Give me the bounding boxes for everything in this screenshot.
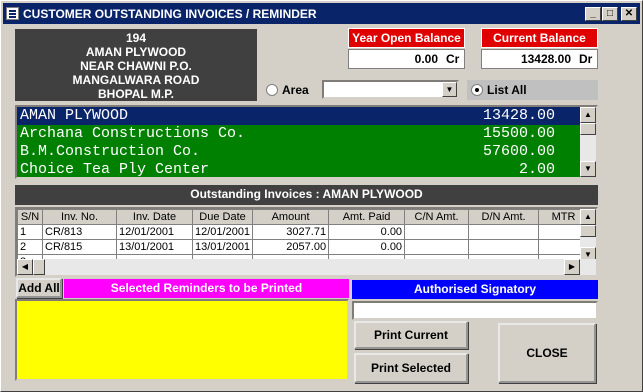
grid-column-header[interactable]: Amount	[252, 209, 330, 225]
scroll-thumb[interactable]	[33, 259, 45, 275]
customer-list-item[interactable]: Archana Constructions Co. 15500.00	[17, 125, 596, 143]
year-open-balance-label: Year Open Balance	[348, 28, 465, 48]
address-line-2: MANGALWARA ROAD	[72, 73, 200, 87]
customer-name-cell: Choice Tea Ply Center	[20, 161, 210, 178]
selected-reminders-title: Selected Reminders to be Printed	[64, 279, 349, 298]
window-title: CUSTOMER OUTSTANDING INVOICES / REMINDER	[23, 6, 317, 21]
grid-column-header[interactable]: Inv. No.	[42, 209, 117, 225]
table-cell[interactable]: 13/01/2001	[116, 239, 193, 255]
year-open-balance-amount: 0.00	[414, 52, 438, 66]
chevron-down-icon[interactable]: ▼	[442, 82, 457, 97]
list-all-radio-label: List All	[487, 83, 527, 97]
table-cell[interactable]	[468, 224, 540, 240]
close-window-button[interactable]: ✕	[621, 7, 637, 21]
area-radio-label: Area	[282, 83, 309, 97]
table-cell[interactable]: 12/01/2001	[191, 224, 254, 240]
authorised-signatory-input[interactable]	[352, 301, 598, 320]
customer-name-cell: Archana Constructions Co.	[20, 125, 246, 142]
table-row[interactable]: 2 CR/815 13/01/2001 13/01/2001 2057.00 0.00	[17, 239, 590, 255]
list-all-radio[interactable]: List All	[471, 83, 527, 97]
add-all-button[interactable]: Add All	[16, 278, 62, 298]
customer-address-panel: 194 AMAN PLYWOOD NEAR CHAWNI P.O. MANGAL…	[15, 29, 257, 101]
grid-column-header[interactable]: S/N	[17, 209, 43, 225]
app-icon	[6, 7, 19, 20]
maximize-button[interactable]: □	[602, 7, 618, 21]
current-balance-value: 13428.00 Dr	[481, 49, 598, 69]
customer-name-cell: B.M.Construction Co.	[20, 143, 201, 160]
customer-amount-cell: 2.00	[518, 161, 555, 178]
scroll-up-icon[interactable]: ▲	[580, 107, 596, 123]
title-bar[interactable]: CUSTOMER OUTSTANDING INVOICES / REMINDER…	[3, 3, 640, 24]
authorised-signatory-title: Authorised Signatory	[352, 280, 598, 299]
address-city: BHOPAL M.P.	[97, 87, 174, 101]
current-balance-label: Current Balance	[481, 28, 598, 48]
table-cell[interactable]	[404, 224, 470, 240]
grid-header-row: S/N Inv. No. Inv. Date Due Date Amount Amt. P…	[17, 209, 590, 225]
table-cell[interactable]: 1	[17, 224, 43, 240]
grid-column-header[interactable]: D/N Amt.	[468, 209, 540, 225]
year-open-balance-suffix: Cr	[446, 52, 460, 66]
scroll-down-icon[interactable]: ▼	[580, 161, 596, 177]
table-cell[interactable]: CR/815	[42, 239, 117, 255]
grid-vertical-scrollbar[interactable]: ▲ ▼	[580, 209, 596, 263]
address-line-1: NEAR CHAWNI P.O.	[80, 59, 192, 73]
invoices-title: Outstanding Invoices : AMAN PLYWOOD	[15, 185, 598, 205]
table-cell[interactable]	[468, 239, 540, 255]
table-cell[interactable]: 12/01/2001	[116, 224, 193, 240]
print-current-button[interactable]: Print Current	[354, 321, 468, 349]
grid-column-header[interactable]: Due Date	[191, 209, 254, 225]
table-cell[interactable]: 13/01/2001	[191, 239, 254, 255]
current-balance-amount: 13428.00	[520, 52, 571, 66]
scroll-thumb[interactable]	[580, 225, 596, 237]
customer-amount-cell: 13428.00	[482, 107, 555, 124]
current-balance-suffix: Dr	[579, 52, 593, 66]
print-selected-button[interactable]: Print Selected	[354, 353, 468, 383]
area-dropdown[interactable]: ▼	[322, 80, 459, 99]
scroll-right-icon[interactable]: ▶	[564, 259, 580, 275]
table-row[interactable]: 1 CR/813 12/01/2001 12/01/2001 3027.71 0.00	[17, 224, 590, 240]
customer-name-cell: AMAN PLYWOOD	[20, 107, 129, 124]
scroll-left-icon[interactable]: ◀	[17, 259, 33, 275]
grid-column-header[interactable]: C/N Amt.	[404, 209, 470, 225]
app-window: CUSTOMER OUTSTANDING INVOICES / REMINDER…	[0, 0, 643, 392]
customer-amount-cell: 15500.00	[482, 125, 555, 142]
table-cell[interactable]: 0.00	[328, 239, 406, 255]
customer-list-item[interactable]: AMAN PLYWOOD 13428.00	[17, 107, 596, 125]
customer-amount-cell: 57600.00	[482, 143, 555, 160]
table-cell[interactable]: 2	[17, 239, 43, 255]
table-cell[interactable]: 0.00	[328, 224, 406, 240]
year-open-balance-value: 0.00 Cr	[348, 49, 465, 69]
grid-horizontal-scrollbar[interactable]: ◀ ▶	[17, 259, 596, 275]
customer-list-item[interactable]: Choice Tea Ply Center 2.00	[17, 161, 596, 178]
selected-reminders-list[interactable]	[15, 299, 349, 381]
area-radio-circle[interactable]	[266, 84, 278, 96]
scroll-thumb[interactable]	[580, 123, 596, 135]
list-all-radio-circle[interactable]	[471, 84, 483, 96]
customer-list[interactable]: AMAN PLYWOOD 13428.00 Archana Construction…	[15, 105, 598, 179]
minimize-button[interactable]: _	[585, 7, 601, 21]
customer-list-scrollbar[interactable]: ▲ ▼	[580, 107, 596, 177]
area-radio[interactable]: Area	[266, 83, 309, 97]
table-cell[interactable]	[404, 239, 470, 255]
invoices-grid[interactable]: S/N Inv. No. Inv. Date Due Date Amount Amt. P…	[15, 207, 598, 277]
scroll-up-icon[interactable]: ▲	[580, 209, 596, 225]
grid-column-header[interactable]: Amt. Paid	[328, 209, 406, 225]
table-cell[interactable]: CR/813	[42, 224, 117, 240]
customer-name: AMAN PLYWOOD	[85, 45, 187, 59]
customer-list-item[interactable]: B.M.Construction Co. 57600.00	[17, 143, 596, 161]
customer-code: 194	[125, 31, 147, 45]
table-cell[interactable]: 2057.00	[252, 239, 330, 255]
grid-column-header[interactable]: Inv. Date	[116, 209, 193, 225]
close-button[interactable]: CLOSE	[498, 323, 596, 383]
table-cell[interactable]: 3027.71	[252, 224, 330, 240]
customer-rows: AMAN PLYWOOD 13428.00 Archana Construction…	[17, 107, 596, 178]
